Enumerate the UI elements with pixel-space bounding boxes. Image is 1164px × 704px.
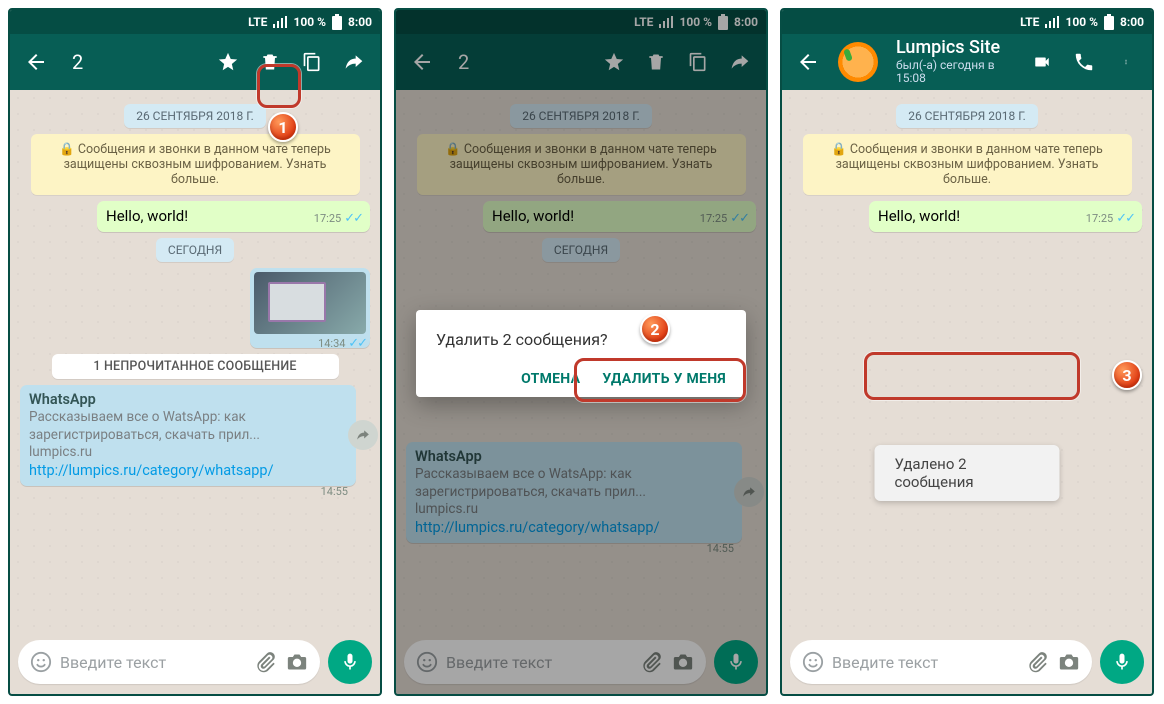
delete-dialog: Удалить 2 сообщения? ОТМЕНА УДАЛИТЬ У МЕ… xyxy=(416,310,746,397)
status-time: 8:00 xyxy=(1120,15,1144,29)
mic-button[interactable] xyxy=(328,640,372,684)
message-in-link[interactable]: WhatsApp Рассказываем все о WatsApp: как… xyxy=(20,385,356,486)
selection-action-bar: 2 xyxy=(10,34,380,90)
selection-count: 2 xyxy=(66,50,198,74)
more-icon[interactable] xyxy=(1114,50,1138,74)
dialog-title: Удалить 2 сообщения? xyxy=(436,330,726,349)
battery-percent: 100 % xyxy=(1065,15,1098,29)
today-chip: СЕГОДНЯ xyxy=(156,238,234,262)
toast-deleted: Удалено 2 сообщения xyxy=(875,445,1060,501)
message-link[interactable]: http://lumpics.ru/category/whatsapp/ xyxy=(29,462,348,481)
message-meta: 17:25✓✓ xyxy=(314,211,362,228)
back-icon[interactable] xyxy=(796,50,820,74)
link-preview-desc: Рассказываем все о WatsApp: как зарегист… xyxy=(29,409,348,444)
battery-icon xyxy=(332,14,342,30)
status-time: 8:00 xyxy=(348,15,372,29)
link-preview-title: WhatsApp xyxy=(29,391,348,410)
input-placeholder: Введите текст xyxy=(60,653,254,672)
forward-icon[interactable] xyxy=(342,50,366,74)
forward-bubble-icon[interactable] xyxy=(348,420,378,450)
chat-area: 26 СЕНТЯБРЯ 2018 Г. 🔒 Сообщения и звонки… xyxy=(782,90,1152,638)
avatar[interactable] xyxy=(838,42,878,82)
message-time: 14:55 xyxy=(321,485,348,499)
double-check-icon: ✓✓ xyxy=(348,336,366,351)
voice-call-icon[interactable] xyxy=(1072,50,1096,74)
encryption-notice[interactable]: 🔒 Сообщения и звонки в данном чате тепер… xyxy=(803,134,1132,195)
emoji-icon[interactable] xyxy=(802,651,824,673)
message-text: Hello, world! xyxy=(878,207,960,225)
status-bar: LTE 100 % 8:00 xyxy=(782,10,1152,34)
input-placeholder: Введите текст xyxy=(832,653,1026,672)
back-icon[interactable] xyxy=(24,50,48,74)
message-input[interactable]: Введите текст xyxy=(18,640,320,684)
delete-for-me-button[interactable]: УДАЛИТЬ У МЕНЯ xyxy=(602,371,726,387)
status-bar: LTE 100 % 8:00 xyxy=(10,10,380,34)
message-input[interactable]: Введите текст xyxy=(790,640,1092,684)
chat-area: 26 СЕНТЯБРЯ 2018 Г. 🔒 Сообщения и звонки… xyxy=(10,90,380,638)
signal-icon xyxy=(1045,16,1059,28)
contact-status: был(-а) сегодня в 15:08 xyxy=(896,59,1012,87)
phone-screen-1: LTE 100 % 8:00 2 26 СЕНТЯБРЯ 2018 Г. 🔒 С… xyxy=(8,8,382,696)
camera-icon[interactable] xyxy=(286,652,308,672)
camera-icon[interactable] xyxy=(1058,652,1080,672)
video-call-icon[interactable] xyxy=(1030,50,1054,74)
message-out-hello[interactable]: Hello, world! 17:25✓✓ xyxy=(869,201,1142,232)
battery-percent: 100 % xyxy=(293,15,326,29)
lte-indicator: LTE xyxy=(1020,15,1039,29)
signal-icon xyxy=(273,16,287,28)
star-icon[interactable] xyxy=(216,50,240,74)
contact-header[interactable]: Lumpics Site был(-а) сегодня в 15:08 xyxy=(896,38,1012,86)
encryption-notice[interactable]: 🔒 Сообщения и звонки в данном чате тепер… xyxy=(31,134,360,195)
phone-screen-2: LTE 100 % 8:00 2 26 СЕНТЯБРЯ 2018 Г. 🔒 С… xyxy=(394,8,768,696)
mic-button[interactable] xyxy=(1100,640,1144,684)
battery-icon xyxy=(1104,14,1114,30)
input-bar: Введите текст xyxy=(10,638,380,694)
phone-screen-3: LTE 100 % 8:00 Lumpics Site был(-а) сего… xyxy=(780,8,1154,696)
contact-name: Lumpics Site xyxy=(896,38,1012,59)
cancel-button[interactable]: ОТМЕНА xyxy=(521,371,580,387)
date-chip: 26 СЕНТЯБРЯ 2018 Г. xyxy=(124,104,266,128)
delete-icon[interactable] xyxy=(258,50,282,74)
input-bar: Введите текст xyxy=(782,638,1152,694)
message-out-image[interactable]: 14:34 ✓✓ xyxy=(250,268,370,348)
copy-icon[interactable] xyxy=(300,50,324,74)
lte-indicator: LTE xyxy=(248,15,267,29)
emoji-icon[interactable] xyxy=(30,651,52,673)
image-thumbnail xyxy=(254,272,366,334)
double-check-icon: ✓✓ xyxy=(344,211,362,228)
chat-action-bar: Lumpics Site был(-а) сегодня в 15:08 xyxy=(782,34,1152,90)
link-preview-domain: lumpics.ru xyxy=(29,444,348,462)
attach-icon[interactable] xyxy=(1026,651,1048,673)
date-chip: 26 СЕНТЯБРЯ 2018 Г. xyxy=(896,104,1038,128)
message-out-hello[interactable]: Hello, world! 17:25✓✓ xyxy=(97,201,370,232)
unread-chip: 1 НЕПРОЧИТАННОЕ СООБЩЕНИЕ xyxy=(52,354,339,379)
message-text: Hello, world! xyxy=(106,207,188,225)
attach-icon[interactable] xyxy=(254,651,276,673)
